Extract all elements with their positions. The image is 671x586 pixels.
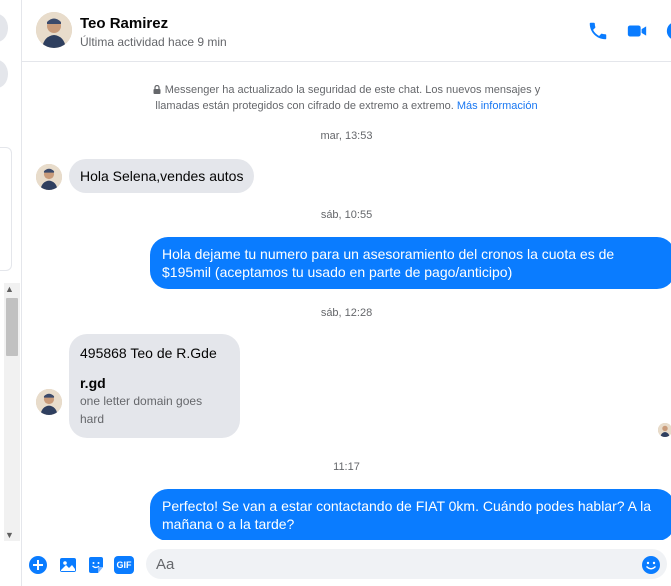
chat-header: Teo Ramirez Última actividad hace 9 min <box>22 0 671 62</box>
contact-avatar[interactable] <box>36 12 72 48</box>
info-icon[interactable] <box>665 20 671 42</box>
incoming-message-with-link-preview[interactable]: 495868 Teo de R.Gde r.gd one letter doma… <box>69 334 240 438</box>
add-icon[interactable] <box>28 555 48 575</box>
sticker-icon[interactable] <box>86 555 106 575</box>
sender-avatar <box>36 389 62 415</box>
emoji-icon[interactable] <box>641 555 661 575</box>
timestamp: sáb, 12:28 <box>320 307 373 319</box>
message-input[interactable] <box>146 549 667 579</box>
scroll-down-arrow-icon[interactable]: ▼ <box>5 530 14 540</box>
timestamp: sáb, 10:55 <box>320 209 373 221</box>
video-camera-icon[interactable] <box>626 20 648 42</box>
scroll-up-arrow-icon[interactable]: ▲ <box>5 284 14 294</box>
encryption-notice: Messenger ha actualizado la seguridad de… <box>22 82 671 114</box>
photo-icon[interactable] <box>58 555 78 575</box>
link-preview-title[interactable]: r.gd <box>80 374 229 392</box>
outgoing-message[interactable]: Hola dejame tu numero para un asesoramie… <box>150 237 671 289</box>
more-info-link[interactable]: Más información <box>457 100 538 112</box>
scrollbar-thumb[interactable] <box>6 298 18 356</box>
link-preview-description: one letter domain goes hard <box>80 394 203 426</box>
sidebar-button-partial[interactable] <box>0 14 8 42</box>
message-composer: GIF <box>22 540 671 586</box>
lock-icon <box>153 85 161 94</box>
gif-icon[interactable]: GIF <box>114 555 134 575</box>
incoming-message[interactable]: Hola Selena,vendes autos <box>69 159 255 193</box>
message-list[interactable]: Messenger ha actualizado la seguridad de… <box>22 62 671 541</box>
sender-avatar <box>36 164 62 190</box>
timestamp: 11:17 <box>333 461 360 473</box>
seen-receipt-avatar <box>658 423 671 437</box>
sidebar-card-partial <box>0 147 12 271</box>
phone-icon[interactable] <box>587 20 609 42</box>
contact-name[interactable]: Teo Ramirez <box>80 15 168 32</box>
last-active-status: Última actividad hace 9 min <box>80 35 227 49</box>
sidebar-edge: ▲ ▼ <box>0 0 22 586</box>
gif-label: GIF <box>114 556 134 574</box>
message-text: 495868 Teo de R.Gde <box>80 345 217 361</box>
outgoing-message[interactable]: Perfecto! Se van a estar contactando de … <box>150 489 671 541</box>
timestamp: mar, 13:53 <box>320 130 373 142</box>
sidebar-button-partial[interactable] <box>0 60 8 88</box>
